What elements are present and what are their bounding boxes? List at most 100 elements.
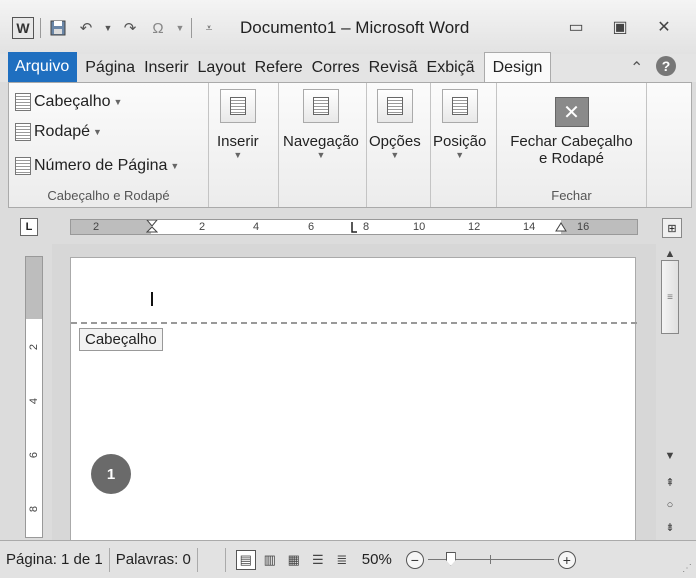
print-layout-icon[interactable]: ▤ (235, 549, 256, 570)
document-page[interactable]: Cabeçalho (70, 257, 637, 540)
group-label: Cabeçalho e Rodapé (47, 188, 170, 203)
web-layout-icon[interactable]: ▦ (284, 550, 304, 570)
group-header-footer: Cabeçalho ▼ Rodapé ▼ Número de Página ▼ … (9, 83, 209, 207)
tab-correspondencias[interactable]: Corres (308, 54, 365, 82)
group-insert: Inserir ▼ (209, 83, 279, 207)
ruler-number: 14 (523, 221, 536, 233)
ruler-left-margin (71, 220, 151, 234)
navigation-label: Navegação (283, 133, 359, 150)
previous-page-icon[interactable]: ⇞ (662, 476, 678, 489)
chevron-down-icon: ▼ (455, 150, 465, 160)
right-indent-marker-icon[interactable] (555, 220, 567, 234)
tab-pagina[interactable]: Página (81, 54, 140, 82)
separator (191, 18, 192, 38)
header-boundary (71, 322, 637, 324)
page-number-icon (15, 157, 31, 175)
help-icon[interactable]: ? (656, 56, 676, 76)
window-controls: ▭ ▣ ✕ (554, 14, 686, 40)
tab-selector-button[interactable]: L (20, 218, 38, 236)
close-icon: ✕ (554, 97, 589, 127)
tab-inserir[interactable]: Inserir (140, 54, 193, 82)
ruler-number: 2 (28, 343, 40, 351)
full-screen-reading-icon[interactable]: ▥ (260, 550, 280, 570)
tab-revisao[interactable]: Revisã (365, 54, 423, 82)
customize-toolbar-icon[interactable]: ⩡ (198, 17, 220, 39)
maximize-icon[interactable]: ▣ (598, 14, 642, 40)
next-page-icon[interactable]: ⇟ (662, 521, 678, 534)
page-count[interactable]: Página: 1 de 1 (0, 547, 110, 572)
ruler-number: 4 (28, 397, 40, 405)
group-label: Fechar (551, 188, 592, 203)
vertical-scrollbar[interactable]: ▲ ≡ ▼ ⇞ ○ ⇟ (658, 244, 682, 540)
position-icon (441, 89, 478, 123)
chevron-down-icon: ▼ (390, 150, 400, 160)
scroll-thumb[interactable]: ≡ (661, 260, 679, 334)
window-title: Documento1 – Microsoft Word (240, 18, 470, 37)
undo-dropdown-icon[interactable]: ▼ (103, 17, 113, 39)
zoom-out-icon[interactable]: − (405, 550, 424, 569)
scroll-up-icon[interactable]: ▲ (662, 248, 678, 260)
header-button[interactable]: Cabeçalho ▼ (15, 93, 122, 111)
insert-label: Inserir (217, 133, 259, 150)
zoom-in-icon[interactable]: + (557, 550, 576, 569)
insert-icon (219, 89, 256, 123)
word-count[interactable]: Palavras: 0 (110, 547, 198, 572)
navigation-button[interactable]: Navegação ▼ (283, 89, 359, 160)
collapse-ribbon-icon[interactable]: ⌃ (630, 58, 643, 78)
zoom-slider[interactable] (427, 550, 554, 570)
browse-object-icon[interactable]: ○ (662, 499, 678, 511)
scroll-down-icon[interactable]: ▼ (662, 450, 678, 462)
vertical-ruler[interactable]: 2 4 6 8 (25, 256, 43, 538)
ruler-number: 10 (413, 221, 426, 233)
view-ruler-icon[interactable]: ⊞ (662, 218, 682, 238)
undo-icon[interactable]: ↶ (75, 17, 97, 39)
chevron-down-icon: ▼ (93, 127, 102, 137)
zoom-tick (489, 554, 491, 564)
ruler-number: 8 (28, 505, 40, 513)
tab-arquivo[interactable]: Arquivo (8, 52, 78, 82)
options-button[interactable]: Opções ▼ (369, 89, 421, 160)
draft-icon[interactable]: ≣ (332, 550, 352, 570)
ruler-number: 6 (308, 221, 315, 233)
position-button[interactable]: Posição ▼ (433, 89, 486, 160)
ribbon-tabs: Arquivo Página Inserir Layout Refere Cor… (0, 52, 696, 82)
page-number-label: Número de Página (34, 157, 168, 174)
symbol-dropdown-icon[interactable]: ▼ (175, 17, 185, 39)
word-logo-icon[interactable]: W (12, 17, 34, 39)
group-navigation: Navegação ▼ (279, 83, 367, 207)
zoom-level[interactable]: 50% (362, 551, 392, 568)
text-cursor (151, 292, 153, 306)
outline-icon[interactable]: ☰ (308, 550, 328, 570)
footer-button[interactable]: Rodapé ▼ (15, 123, 102, 141)
symbol-icon[interactable]: Ω (147, 17, 169, 39)
chevron-down-icon: ▼ (316, 150, 326, 160)
tab-design[interactable]: Design (483, 52, 552, 82)
document-area: Cabeçalho (52, 244, 656, 540)
horizontal-ruler[interactable]: 2 2 4 6 8 10 12 14 16 (70, 219, 638, 235)
indent-marker-icon[interactable] (146, 220, 158, 234)
status-bar: Página: 1 de 1 Palavras: 0 ▤ ▥ ▦ ☰ ≣ 50%… (0, 540, 696, 578)
minimize-icon[interactable]: ▭ (554, 14, 598, 40)
quick-access-toolbar: W ↶ ▼ ↷ Ω ▼ ⩡ (12, 16, 220, 40)
ruler-number: 16 (577, 221, 590, 233)
save-icon[interactable] (47, 17, 69, 39)
close-icon[interactable]: ✕ (642, 14, 686, 40)
chevron-down-icon: ▼ (170, 161, 180, 171)
close-header-footer-button[interactable]: ✕ Fechar Cabeçalho e Rodapé (497, 87, 646, 167)
options-icon (376, 89, 413, 123)
resize-grip-icon[interactable]: ⋰ (682, 563, 692, 574)
page-number-button[interactable]: Número de Página ▼ (15, 157, 179, 175)
redo-icon[interactable]: ↷ (119, 17, 141, 39)
insert-button[interactable]: Inserir ▼ (217, 89, 259, 160)
zoom-knob[interactable] (445, 551, 456, 566)
header-tag: Cabeçalho (79, 328, 163, 351)
tab-referencias[interactable]: Refere (251, 54, 308, 82)
ruler-number: 6 (28, 451, 40, 459)
title-bar: W ↶ ▼ ↷ Ω ▼ ⩡ Documento1 – Microsoft Wor… (0, 0, 696, 54)
ruler-right-margin (561, 220, 637, 234)
tab-stop-icon (351, 222, 357, 233)
footer-label: Rodapé (34, 123, 91, 140)
tab-layout[interactable]: Layout (194, 54, 251, 82)
tab-exibicao[interactable]: Exbiçã (423, 54, 480, 82)
close-header-footer-label-1: Fechar Cabeçalho (510, 133, 633, 150)
